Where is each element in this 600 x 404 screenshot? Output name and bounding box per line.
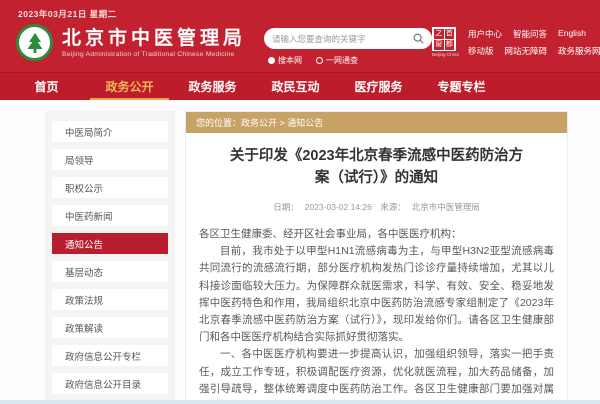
capital-window-logo[interactable]: 之首窗都 Beijing·China — [432, 27, 458, 57]
content-panel: 您的位置：政务公开 > 通知公告 关于印发《2023年北京春季流感中医药防治方案… — [185, 111, 568, 404]
article-date-label: 日期： — [273, 202, 299, 212]
brand-text: 北京市中医管理局 Beijing Administration of Tradi… — [62, 28, 246, 58]
seal-caption: Beijing·China — [432, 52, 458, 57]
search-scope-label: 搜本网 — [278, 55, 302, 66]
page-body: 中医局简介 局领导 职权公示 中医药新闻 通知公告 基层动态 政策法规 政策解读… — [0, 100, 600, 404]
search-icon[interactable] — [413, 33, 424, 44]
sidebar-item[interactable]: 政府信息公开目录 — [52, 373, 168, 394]
article-body: 各区卫生健康委、经开区社会事业局，各中医医疗机构：目前，我市处于以甲型H1N1流… — [199, 226, 554, 404]
breadcrumb[interactable]: 您的位置：政务公开 > 通知公告 — [186, 112, 567, 133]
radio-icon — [316, 57, 323, 64]
article-meta: 日期： 2023-03-02 14:26 来源： 北京市中医管理局 — [199, 201, 554, 213]
nav-item-label: 首页 — [34, 78, 58, 95]
seal-icon: 之首窗都 — [432, 27, 456, 51]
sidebar-item[interactable]: 基层动态 — [52, 261, 168, 282]
header-link[interactable]: 网站无障碍 — [505, 45, 548, 57]
seal-char: 首 — [445, 29, 455, 39]
sidebar-item[interactable]: 中医局简介 — [52, 121, 168, 142]
sidebar-item-label: 通知公告 — [65, 237, 103, 251]
nav-item-label: 政民互动 — [271, 78, 319, 95]
search-scope-label: 一网通查 — [326, 55, 358, 66]
article-source: 北京市中医管理局 — [412, 202, 480, 212]
sidebar-item-label: 政策法规 — [65, 293, 103, 307]
header-links-row2: 移动版网站无障碍政务服务网 — [468, 45, 600, 57]
sidebar-item[interactable]: 政策法规 — [52, 289, 168, 310]
nav-item[interactable]: 专题专栏 — [420, 73, 503, 100]
sidebar-item[interactable]: 中医药新闻 — [52, 205, 168, 226]
sidebar-item[interactable]: 政策解读 — [52, 317, 168, 338]
sidebar-item[interactable]: 职权公示 — [52, 177, 168, 198]
bottom-edge-strip — [0, 400, 600, 404]
nav-item-label: 专题专栏 — [437, 78, 485, 95]
breadcrumb-text: 您的位置：政务公开 > 通知公告 — [196, 116, 323, 129]
header-main-row: 北京市中医管理局 Beijing Administration of Tradi… — [0, 16, 600, 72]
agency-emblem-icon — [16, 24, 53, 61]
search-scope-radio[interactable]: 一网通查 — [316, 55, 358, 66]
header-utility-area: 之首窗都 Beijing·China 用户中心智能问答 English 移动版网站… — [432, 27, 600, 57]
nav-item[interactable]: 医疗服务 — [337, 73, 420, 100]
article-paragraph: 目前，我市处于以甲型H1N1流感病毒为主，与甲型H3N2亚型流感病毒共同流行的流… — [199, 243, 554, 346]
nav-item[interactable]: 政务公开 — [88, 73, 171, 100]
sidebar-item-label: 局领导 — [65, 153, 94, 167]
header-link[interactable]: English — [558, 28, 586, 40]
seal-char: 之 — [434, 29, 444, 39]
header-link[interactable]: 政务服务网 — [558, 45, 600, 57]
seal-char: 都 — [445, 40, 455, 50]
site-title-english: Beijing Administration of Traditional Ch… — [62, 51, 246, 58]
sidebar-menu: 中医局简介 局领导 职权公示 中医药新闻 通知公告 基层动态 政策法规 政策解读… — [45, 111, 175, 404]
sidebar-item[interactable]: 局领导 — [52, 149, 168, 170]
site-title: 北京市中医管理局 — [62, 28, 246, 49]
site-header: 2023年03月21日 星期二 北京市中医管理局 Beijing Adminis… — [0, 0, 600, 72]
sidebar-item-label: 基层动态 — [65, 265, 103, 279]
search-input[interactable] — [272, 34, 413, 44]
search-area: 搜本网 一网通查 — [264, 28, 432, 66]
main-nav-items: 首页 政务公开 政务服务 政民互动 医疗服务 专题专栏 — [0, 73, 600, 100]
nav-item[interactable]: 政务服务 — [171, 73, 254, 100]
sidebar-item[interactable]: 通知公告 — [52, 233, 168, 254]
nav-item-label: 医疗服务 — [354, 78, 402, 95]
article: 关于印发《2023年北京春季流感中医药防治方案（试行）》的通知 日期： 2023-… — [186, 133, 567, 404]
header-links: 用户中心智能问答 English 移动版网站无障碍政务服务网 — [468, 28, 600, 57]
article-source-label: 来源： — [380, 202, 406, 212]
sidebar-item[interactable]: 政府信息公开专栏 — [52, 345, 168, 366]
sidebar-item-label: 政策解读 — [65, 321, 103, 335]
nav-item[interactable]: 首页 — [5, 73, 88, 100]
search-box[interactable] — [264, 28, 432, 49]
nav-item-label: 政务服务 — [188, 78, 236, 95]
sidebar-item-label: 中医局简介 — [65, 125, 113, 139]
article-paragraph: 一、各中医医疗机构要进一步提高认识，加强组织领导，落实一把手责任，成立工作专班，… — [199, 346, 554, 404]
sidebar-item-label: 政府信息公开专栏 — [65, 349, 141, 363]
top-date-bar: 2023年03月21日 星期二 — [0, 0, 600, 16]
main-nav: 首页 政务公开 政务服务 政民互动 医疗服务 专题专栏 — [0, 72, 600, 100]
radio-icon — [268, 57, 275, 64]
site-logo[interactable]: 北京市中医管理局 Beijing Administration of Tradi… — [16, 24, 246, 61]
header-link[interactable]: 用户中心 — [468, 28, 502, 40]
article-paragraph: 各区卫生健康委、经开区社会事业局，各中医医疗机构： — [199, 226, 554, 243]
search-scope-options: 搜本网 一网通查 — [268, 55, 432, 66]
sidebar-item-label: 职权公示 — [65, 181, 103, 195]
header-link[interactable]: 智能问答 — [513, 28, 547, 40]
current-date: 2023年03月21日 星期二 — [18, 9, 117, 19]
sidebar-item-label: 中医药新闻 — [65, 209, 113, 223]
article-date: 2023-03-02 14:26 — [305, 202, 372, 212]
nav-item-label: 政务公开 — [105, 78, 153, 95]
search-scope-radio[interactable]: 搜本网 — [268, 55, 302, 66]
sidebar-item-label: 政府信息公开目录 — [65, 377, 141, 391]
header-links-row1: 用户中心智能问答 English — [468, 28, 600, 40]
article-title: 关于印发《2023年北京春季流感中医药防治方案（试行）》的通知 — [199, 145, 554, 190]
header-link[interactable]: 移动版 — [468, 45, 494, 57]
seal-char: 窗 — [434, 40, 444, 50]
nav-item[interactable]: 政民互动 — [254, 73, 337, 100]
